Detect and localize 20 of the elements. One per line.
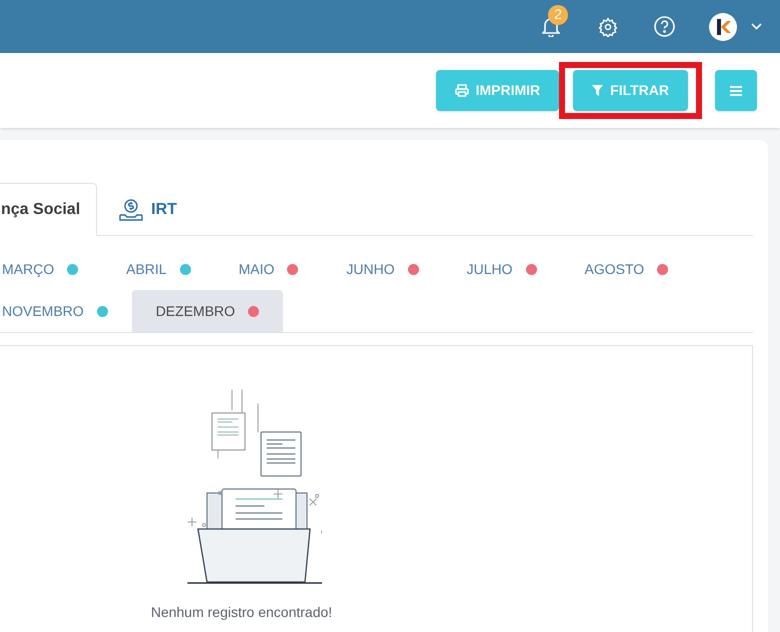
notification-badge: 2 [548, 4, 568, 24]
menu-icon [730, 86, 742, 96]
filter-icon [592, 85, 604, 96]
empty-message: Nenhum registro encontrado! [150, 603, 332, 622]
tab[interactable]: IRT [97, 183, 199, 236]
month-tab[interactable]: AGOSTO [560, 248, 692, 290]
settings-icon[interactable] [598, 16, 618, 36]
tab[interactable]: nça Social [0, 183, 98, 236]
month-tab[interactable]: JULHO [442, 248, 561, 290]
month-tab[interactable]: ABRIL [102, 248, 215, 290]
money-icon [119, 198, 144, 220]
month-tab[interactable]: DEZEMBRO [132, 290, 284, 332]
avatar-icon[interactable] [709, 12, 737, 40]
help-icon[interactable] [654, 16, 675, 37]
month-tab[interactable]: JUNHO [322, 248, 443, 290]
chevron-down-icon[interactable] [751, 23, 762, 30]
month-tab[interactable]: MARÇO [0, 248, 102, 290]
printer-icon [454, 84, 469, 97]
month-tab[interactable]: NOVEMBRO [0, 290, 132, 332]
month-tab[interactable]: MAIO [214, 248, 322, 290]
